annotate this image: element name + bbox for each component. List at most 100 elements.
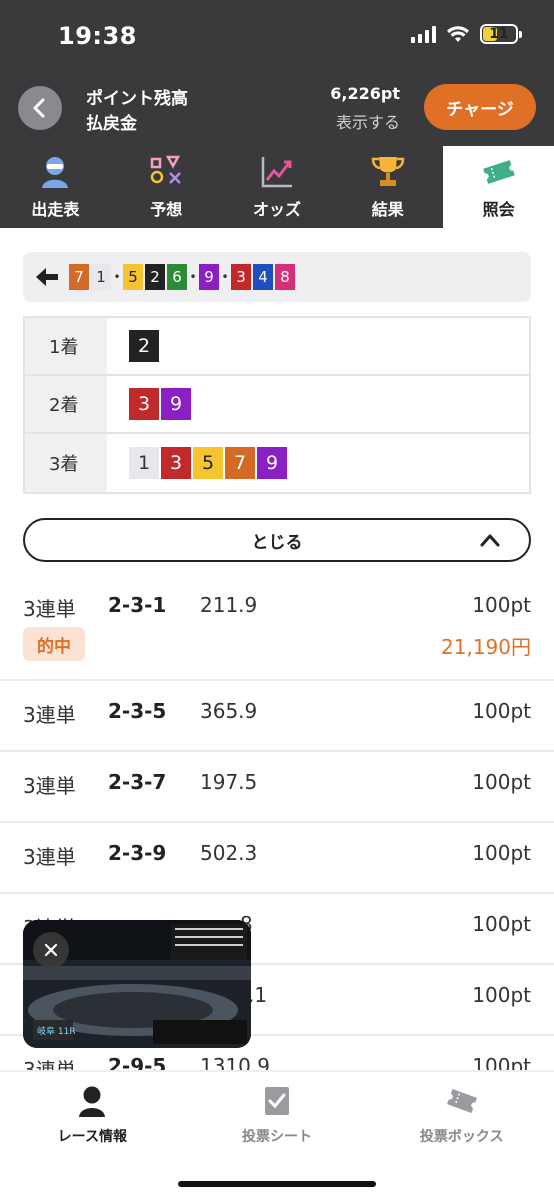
bet-combination: 2-3-9: [108, 841, 167, 865]
tab-results[interactable]: 結果: [332, 146, 443, 228]
placement-number: 9: [161, 388, 191, 420]
placement-numbers: 13579: [107, 434, 529, 492]
bet-odds: 502.3: [200, 841, 258, 865]
placement-number: 7: [225, 447, 255, 479]
placement-label: 2着: [25, 376, 107, 432]
video-caption: 岐阜 11R: [37, 1025, 76, 1037]
bet-amount: 100pt: [472, 699, 531, 723]
bet-odds: 197.5: [200, 770, 258, 794]
bet-amount: 100pt: [472, 593, 531, 617]
status-icons: 11: [411, 24, 522, 44]
points-label: ポイント残高: [86, 89, 188, 109]
wifi-icon: [447, 26, 469, 42]
bet-row[interactable]: 3連単 2-3-1 211.9 100pt 的中 21,190円: [0, 575, 554, 681]
cellular-signal-icon: [411, 25, 436, 43]
bet-row[interactable]: 3連単 2-3-7 197.5 100pt: [0, 752, 554, 823]
chevron-left-icon: [33, 98, 45, 118]
placement-row-1st: 1着 2: [25, 318, 529, 376]
bet-amount: 100pt: [472, 983, 531, 1007]
placement-number: 3: [129, 388, 159, 420]
sequence-separator: •: [189, 270, 197, 284]
placement-row-3rd: 3着 13579: [25, 434, 529, 492]
sequence-number: 3: [231, 264, 251, 290]
placement-number: 2: [129, 330, 159, 362]
bet-type: 3連単: [23, 597, 76, 621]
bet-combination: 2-3-5: [108, 699, 167, 723]
tab-bar: 出走表 予想 オッズ 結果 照会: [0, 146, 554, 228]
tab-label: 予想: [150, 200, 183, 219]
battery-level: 11: [489, 26, 509, 42]
nav-label: 投票ボックス: [419, 1129, 504, 1145]
bottom-navigation: レース情報 投票シート 投票ボックス: [0, 1070, 554, 1199]
placement-table: 1着 2 2着 39 3着 13579: [23, 316, 531, 494]
tab-label: 照会: [482, 200, 515, 219]
check-sheet-icon: [265, 1087, 289, 1115]
chart-icon: [261, 157, 292, 188]
back-button[interactable]: [18, 86, 62, 130]
sequence-separator: •: [113, 270, 121, 284]
arrow-left-icon: [36, 268, 58, 286]
ticket-icon: [482, 160, 515, 184]
bet-row[interactable]: 3連単 2-3-9 502.3 100pt: [0, 823, 554, 894]
nav-bet-box[interactable]: 投票ボックス: [369, 1072, 554, 1199]
placement-row-2nd: 2着 39: [25, 376, 529, 434]
sequence-number: 6: [167, 264, 187, 290]
sequence-separator: •: [221, 270, 229, 284]
collapse-label: とじる: [251, 532, 303, 553]
tab-label: 結果: [371, 200, 404, 219]
result-sequence-bar: 7 1 • 5 2 6 • 9 • 3 4 8: [23, 252, 531, 302]
sequence-number: 5: [123, 264, 143, 290]
bet-type: 3連単: [23, 845, 76, 869]
bet-type: 3連単: [23, 703, 76, 727]
racer-icon: [42, 157, 69, 188]
nav-bet-sheet[interactable]: 投票シート: [185, 1072, 370, 1199]
shapes-icon: [150, 155, 182, 184]
battery-icon: 11: [480, 24, 522, 44]
sequence-number: 1: [91, 264, 111, 290]
sequence-number: 4: [253, 264, 273, 290]
refund-show-link[interactable]: 表示する: [336, 109, 400, 133]
tab-prediction[interactable]: 予想: [111, 146, 222, 228]
tab-odds[interactable]: オッズ: [222, 146, 333, 228]
tab-label: 出走表: [31, 200, 80, 219]
racer-icon: [79, 1086, 106, 1117]
close-icon: [44, 943, 58, 957]
bet-combination: 2-3-7: [108, 770, 167, 794]
tab-label: オッズ: [252, 200, 301, 219]
payout-amount: 21,190円: [441, 635, 531, 659]
nav-label: レース情報: [57, 1129, 127, 1145]
tab-racecard[interactable]: 出走表: [0, 146, 111, 228]
placement-number: 3: [161, 447, 191, 479]
placement-label: 3着: [25, 434, 107, 492]
placement-numbers: 39: [107, 376, 529, 432]
video-close-button[interactable]: [33, 932, 69, 968]
chevron-up-icon: [480, 534, 500, 547]
video-player[interactable]: 岐阜 11R: [23, 920, 251, 1048]
refund-label: 払戻金: [86, 114, 137, 134]
nav-label: 投票シート: [242, 1129, 312, 1145]
ticket-box-icon: [446, 1089, 477, 1113]
status-time: 19:38: [58, 22, 137, 50]
placement-label: 1着: [25, 318, 107, 374]
sequence-number: 7: [69, 264, 89, 290]
bet-odds: 211.9: [200, 593, 258, 617]
top-header: 19:38 11 ポイント残高 払戻金 6,226pt 表示する チャージ: [0, 0, 554, 146]
sequence-number: 8: [275, 264, 295, 290]
bet-odds: 365.9: [200, 699, 258, 723]
collapse-button[interactable]: とじる: [23, 518, 531, 562]
placement-numbers: 2: [107, 318, 529, 374]
bet-combination: 2-3-1: [108, 593, 167, 617]
bet-type: 3連単: [23, 774, 76, 798]
bet-row[interactable]: 3連単 2-3-5 365.9 100pt: [0, 681, 554, 752]
tab-inquiry[interactable]: 照会: [443, 146, 554, 228]
home-indicator: [178, 1181, 376, 1187]
sequence-number: 2: [145, 264, 165, 290]
placement-number: 5: [193, 447, 223, 479]
screen: 19:38 11 ポイント残高 払戻金 6,226pt 表示する チャージ 出走…: [0, 0, 554, 1199]
result-sequence: 7 1 • 5 2 6 • 9 • 3 4 8: [69, 264, 295, 290]
bet-amount: 100pt: [472, 912, 531, 936]
charge-button[interactable]: チャージ: [424, 84, 536, 130]
points-value: 6,226pt: [330, 84, 400, 103]
placement-number: 9: [257, 447, 287, 479]
nav-race-info[interactable]: レース情報: [0, 1072, 185, 1199]
